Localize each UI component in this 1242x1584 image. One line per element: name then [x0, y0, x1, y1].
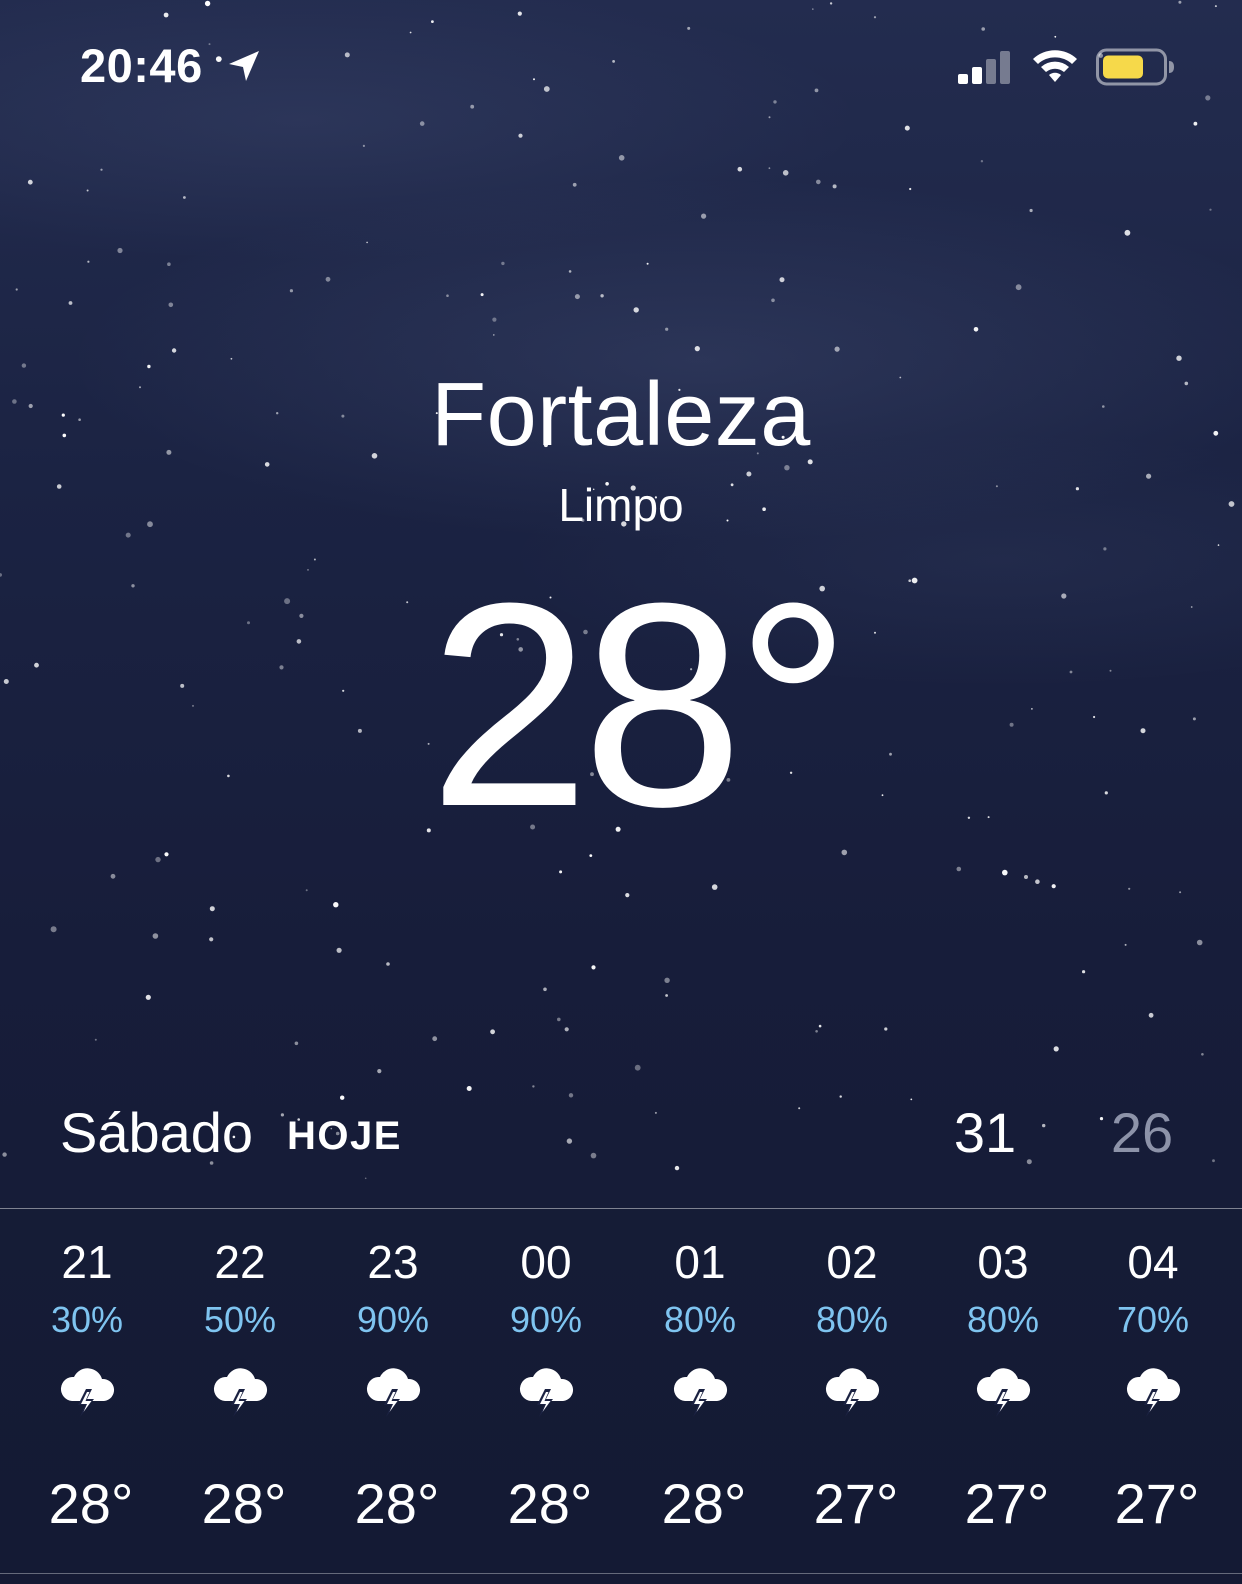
wifi-icon — [1033, 50, 1077, 82]
hour-label: 22 — [214, 1236, 266, 1288]
hourly-forecast[interactable]: 21 30% 28° 22 50% 28° 23 90% 28° 00 90% 28° 01 80% 28°… — [0, 1208, 1242, 1574]
hour-temperature: 27° — [964, 1472, 1050, 1535]
temperature-value: 28 — [428, 543, 744, 867]
hour-label: 00 — [520, 1236, 572, 1288]
rain-chance: 70% — [1116, 1299, 1190, 1340]
day-name: Sábado — [60, 1101, 254, 1164]
rain-chance: 80% — [966, 1299, 1040, 1340]
status-bar: 20:46 — [0, 0, 1242, 140]
thunderstorm-icon — [515, 1357, 577, 1419]
weather-condition: Limpo — [558, 479, 684, 531]
location-arrow-icon — [229, 51, 259, 81]
thunderstorm-icon — [972, 1357, 1034, 1419]
hour-column: 02 80% 27° — [777, 1209, 927, 1573]
hour-label: 03 — [977, 1236, 1029, 1288]
hour-label: 04 — [1127, 1236, 1179, 1288]
hour-column: 00 90% 28° — [471, 1209, 621, 1573]
hour-column: 21 30% 28° — [12, 1209, 162, 1573]
current-temperature: 28° — [0, 560, 1242, 850]
rain-chance: 90% — [509, 1299, 583, 1340]
thunderstorm-icon — [56, 1357, 118, 1419]
hour-temperature: 28° — [48, 1472, 134, 1535]
hour-column: 22 50% 28° — [165, 1209, 315, 1573]
hour-column: 01 80% 28° — [625, 1209, 775, 1573]
hour-temperature: 28° — [507, 1472, 593, 1535]
degree-symbol: ° — [735, 543, 851, 867]
hour-temperature: 28° — [201, 1472, 287, 1535]
rain-chance: 90% — [356, 1299, 430, 1340]
hour-column: 04 70% 27° — [1078, 1209, 1228, 1573]
thunderstorm-icon — [209, 1357, 271, 1419]
hour-label: 01 — [674, 1236, 726, 1288]
high-temperature: 31 — [953, 1101, 1017, 1164]
hour-column: 23 90% 28° — [318, 1209, 468, 1573]
hour-temperature: 28° — [661, 1472, 747, 1535]
hour-label: 21 — [61, 1236, 113, 1288]
thunderstorm-icon — [669, 1357, 731, 1419]
hour-temperature: 27° — [813, 1472, 899, 1535]
today-summary-row[interactable]: Sábado HOJE 31 26 — [0, 1100, 1242, 1172]
rain-chance: 30% — [50, 1299, 124, 1340]
rain-chance: 50% — [203, 1299, 277, 1340]
rain-chance: 80% — [663, 1299, 737, 1340]
battery-icon — [1096, 48, 1174, 86]
hour-temperature: 28° — [354, 1472, 440, 1535]
hour-label: 02 — [826, 1236, 878, 1288]
thunderstorm-icon — [1122, 1357, 1184, 1419]
hour-temperature: 27° — [1114, 1472, 1200, 1535]
thunderstorm-icon — [821, 1357, 883, 1419]
thunderstorm-icon — [362, 1357, 424, 1419]
today-badge: HOJE — [287, 1114, 402, 1158]
hour-label: 23 — [367, 1236, 419, 1288]
city-name: Fortaleza — [431, 365, 811, 465]
rain-chance: 80% — [815, 1299, 889, 1340]
status-time: 20:46 — [80, 39, 203, 92]
hour-column: 03 80% 27° — [928, 1209, 1078, 1573]
low-temperature: 26 — [1110, 1101, 1174, 1164]
weather-screen: 20:46 Fortaleza Limpo 28° Sábado HOJE 31 — [0, 0, 1242, 1584]
cellular-signal-icon — [958, 51, 1010, 84]
